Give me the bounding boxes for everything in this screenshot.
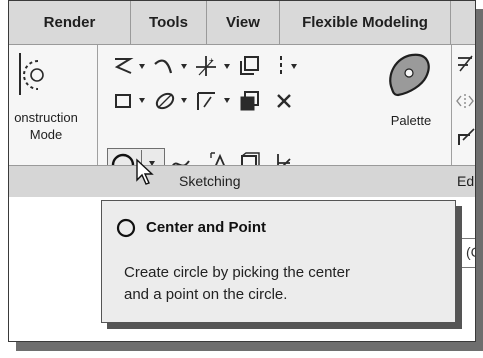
- point-icon[interactable]: +: [193, 53, 219, 79]
- construction-mode-label-1: onstruction: [14, 110, 78, 125]
- ribbon-tab-bar: Render Tools View Flexible Modeling: [9, 1, 475, 45]
- fillet-icon[interactable]: [195, 89, 219, 113]
- construction-line-dropdown[interactable]: [291, 64, 297, 69]
- side-panel-glyph: (C: [466, 244, 475, 260]
- ellipse-icon[interactable]: [153, 89, 177, 113]
- offset-icon[interactable]: [238, 54, 262, 78]
- rectangle-dropdown[interactable]: [139, 98, 145, 103]
- app-window: Render Tools View Flexible Modeling onst…: [8, 0, 476, 342]
- ellipse-dropdown[interactable]: [181, 98, 187, 103]
- trim-icon[interactable]: [456, 126, 476, 148]
- fillet-dropdown[interactable]: [224, 98, 230, 103]
- ribbon-group-bar: Sketching Ed: [9, 165, 475, 198]
- circle-icon: [116, 218, 136, 238]
- tab-render[interactable]: Render: [9, 1, 131, 44]
- tooltip-title: Center and Point: [146, 219, 267, 236]
- tab-tools[interactable]: Tools: [131, 1, 207, 44]
- tooltip-line-1: Create circle by picking the center: [124, 264, 350, 281]
- delete-icon[interactable]: [274, 91, 294, 111]
- tooltip-description: Create circle by picking the center and …: [124, 262, 444, 306]
- tab-flexible-modeling[interactable]: Flexible Modeling: [280, 1, 451, 44]
- edit-group-label: Ed: [457, 173, 475, 189]
- polyline-icon[interactable]: [112, 55, 134, 77]
- tab-view[interactable]: View: [207, 1, 280, 44]
- palette-icon[interactable]: [384, 51, 434, 101]
- mouse-cursor-icon: [136, 158, 154, 185]
- svg-text:+: +: [209, 56, 214, 65]
- construction-line-icon[interactable]: [274, 54, 288, 78]
- dimension-icon[interactable]: [456, 53, 476, 75]
- construction-mode-icon[interactable]: [14, 51, 54, 99]
- mirror-icon[interactable]: [456, 91, 476, 111]
- tooltip-line-2: and a point on the circle.: [124, 286, 288, 303]
- construction-mode-label-2: Mode: [29, 127, 63, 142]
- tooltip: Center and Point Create circle by pickin…: [101, 200, 456, 323]
- sketching-group-label: Sketching: [179, 173, 241, 189]
- arc-dropdown[interactable]: [181, 64, 187, 69]
- polyline-dropdown[interactable]: [139, 64, 145, 69]
- copy-icon[interactable]: [238, 89, 262, 113]
- arc-icon[interactable]: [152, 54, 176, 78]
- rectangle-icon[interactable]: [113, 91, 133, 111]
- side-panel-input[interactable]: (C: [460, 238, 475, 268]
- point-dropdown[interactable]: [224, 64, 230, 69]
- palette-label: Palette: [390, 113, 432, 128]
